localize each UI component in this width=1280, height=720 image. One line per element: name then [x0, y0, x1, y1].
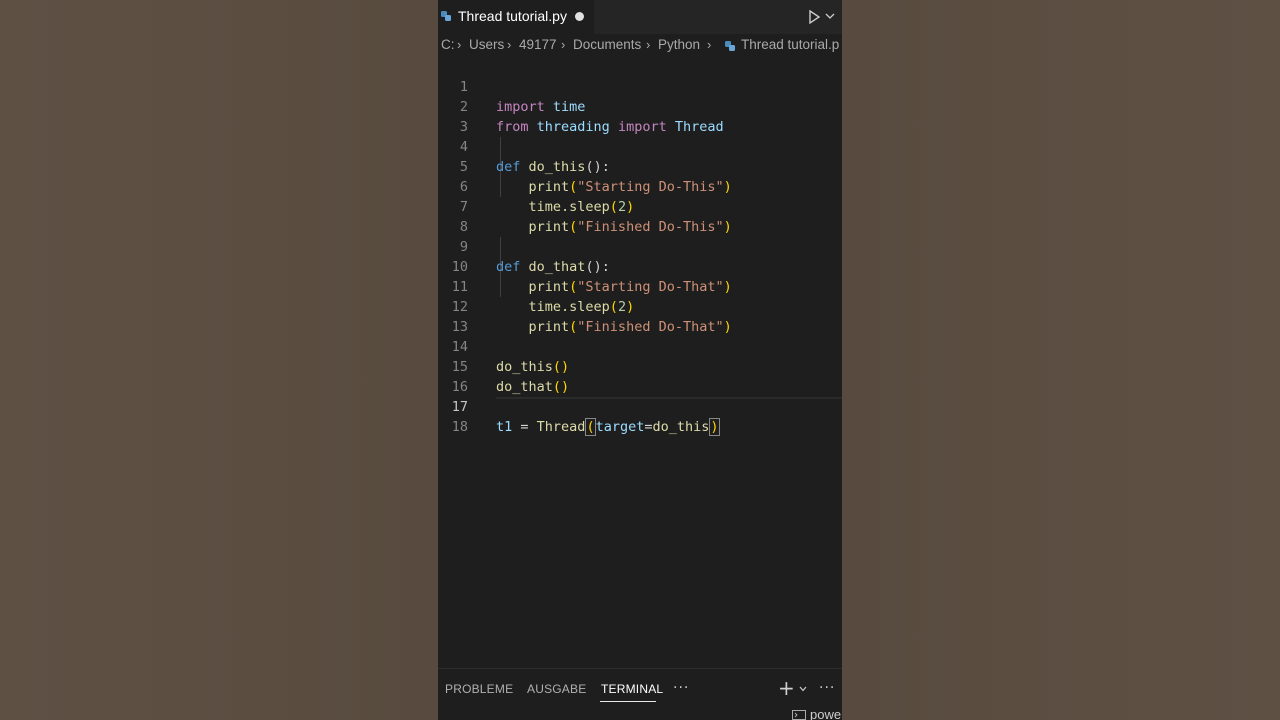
breadcrumb-item[interactable]: C:	[441, 37, 455, 52]
chevron-right-icon: ›	[646, 37, 651, 52]
code-line: 17 t1 = Thread(target=do_this)	[438, 377, 842, 436]
tab-terminal[interactable]: TERMINAL	[601, 682, 663, 696]
code-line: 10 print("Starting Do-That")	[438, 237, 842, 295]
code-line: 11 time.sleep(2)	[438, 257, 842, 315]
chevron-down-icon[interactable]	[824, 10, 836, 22]
line-number: 18	[451, 419, 468, 435]
python-file-icon	[725, 41, 735, 51]
terminal-icon	[792, 710, 806, 720]
code-line: 14 do_this()	[438, 317, 842, 375]
more-icon[interactable]: ···	[673, 680, 689, 696]
unsaved-dot-icon[interactable]	[575, 12, 584, 21]
background-left	[0, 0, 438, 720]
new-terminal-icon[interactable]: +	[778, 676, 795, 700]
code-line: 6 time.sleep(2)	[438, 157, 842, 215]
breadcrumb-item[interactable]: Documents	[573, 37, 641, 52]
code-line: 2 from threading import Thread	[438, 77, 842, 135]
chevron-right-icon: ›	[507, 37, 512, 52]
code-line: 15 do_that()	[438, 337, 842, 395]
breadcrumb-item[interactable]: Users	[469, 37, 504, 52]
code-line: 9 def do_that():	[438, 217, 842, 275]
code-text: t1 = Thread(target=do_this)	[496, 418, 720, 436]
code-line: 4 def do_this():	[438, 117, 842, 175]
breadcrumb: C: › Users › 49177 › Documents › Python …	[438, 35, 842, 57]
chevron-right-icon: ›	[707, 37, 712, 52]
code-line: 7 print("Finished Do-This")	[438, 177, 842, 235]
tab-ausgabe[interactable]: AUSGABE	[527, 682, 586, 696]
breadcrumb-item[interactable]: 49177	[519, 37, 557, 52]
run-play-icon[interactable]	[805, 8, 823, 26]
code-line: 16	[438, 357, 842, 395]
bottom-panel: PROBLEME AUSGABE TERMINAL ··· + ···	[438, 668, 842, 720]
chevron-right-icon: ›	[457, 37, 462, 52]
terminal-tab-label[interactable]: powe	[810, 707, 841, 720]
code-line: 8	[438, 197, 842, 235]
code-line: 13	[438, 297, 842, 335]
breadcrumb-item[interactable]: Python	[658, 37, 700, 52]
active-tab-indicator	[600, 701, 656, 702]
breadcrumb-item-file[interactable]: Thread tutorial.p	[741, 37, 839, 52]
chevron-right-icon: ›	[561, 37, 566, 52]
tab-title: Thread tutorial.py	[458, 8, 567, 24]
more-actions-icon[interactable]: ···	[819, 680, 835, 696]
background-right	[842, 0, 1280, 720]
code-line: 1 import time	[438, 57, 842, 115]
code-line: 3	[438, 97, 842, 135]
code-line: 18	[438, 397, 842, 435]
chevron-down-icon[interactable]	[798, 684, 808, 694]
tab-thread-tutorial[interactable]: Thread tutorial.py	[438, 0, 594, 34]
code-line: 12 print("Finished Do-That")	[438, 277, 842, 335]
code-line: 5 print("Starting Do-This")	[438, 137, 842, 195]
tab-probleme[interactable]: PROBLEME	[445, 682, 513, 696]
tab-bar: Thread tutorial.py	[438, 0, 842, 34]
python-file-icon	[441, 11, 451, 21]
editor-window: Thread tutorial.py C: › Users › 49177 › …	[438, 0, 842, 720]
code-editor[interactable]: 1 import time 2 from threading import Th…	[438, 56, 842, 666]
